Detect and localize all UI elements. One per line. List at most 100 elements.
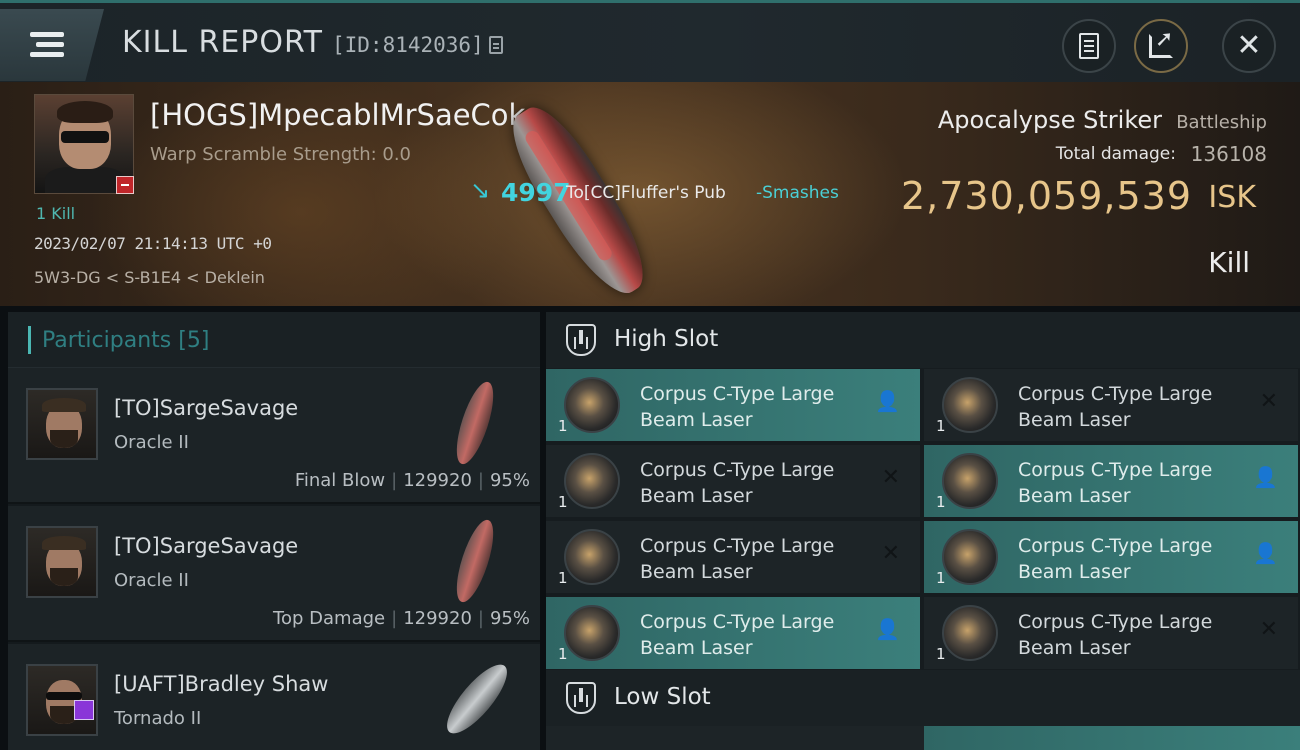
- participant-damage: 129920: [403, 608, 472, 629]
- module-tile[interactable]: 1 Corpus C-Type Large Beam Laser ✕: [924, 369, 1298, 441]
- isk-unit: ISK: [1208, 180, 1256, 215]
- x-icon: ✕: [1259, 617, 1278, 642]
- damage-arrow-icon: ↘: [470, 176, 491, 204]
- module-name: Corpus C-Type Large Beam Laser: [640, 459, 835, 507]
- module-quantity: 1: [936, 645, 946, 663]
- module-tile[interactable]: 1 Corpus C-Type Large Beam Laser ✕: [546, 445, 920, 517]
- victim-ship-class: Battleship: [1176, 112, 1267, 133]
- share-button[interactable]: [1134, 19, 1188, 73]
- participants-panel: Participants [5] [TO]SargeSavage Oracle …: [8, 312, 540, 750]
- module-image: [564, 453, 620, 509]
- participant-ship: Tornado II: [114, 708, 202, 729]
- module-tile[interactable]: 1 Corpus C-Type Large Beam Laser 👤: [924, 521, 1298, 593]
- module-image: [942, 377, 998, 433]
- kill-location[interactable]: 5W3-DG < S-B1E4 < Deklein: [34, 268, 265, 287]
- module-name: Corpus C-Type Large Beam Laser: [1018, 383, 1213, 431]
- damage-verb: -Smashes: [756, 183, 839, 203]
- module-image: [942, 453, 998, 509]
- participants-title: Participants: [42, 328, 172, 353]
- menu-button[interactable]: [0, 9, 104, 81]
- module-tile[interactable]: 1 Corpus C-Type Large Beam Laser 👤: [924, 445, 1298, 517]
- victim-ship-name[interactable]: Apocalypse Striker: [938, 106, 1162, 134]
- module-name: Corpus C-Type Large Beam Laser: [640, 611, 835, 659]
- participant-name: [TO]SargeSavage: [114, 534, 299, 558]
- x-icon: ✕: [881, 465, 900, 490]
- result-label: Kill: [1208, 246, 1250, 279]
- high-slot-title: High Slot: [614, 326, 719, 352]
- participant-row[interactable]: [TO]SargeSavage Oracle II Top Damage | 129…: [8, 506, 540, 642]
- module-image: [564, 529, 620, 585]
- module-tile[interactable]: 1 Corpus C-Type Large Beam Laser ✕: [546, 521, 920, 593]
- participant-damage: 129920: [403, 470, 472, 491]
- x-icon: ✕: [1259, 389, 1278, 414]
- participant-ship-image: [437, 656, 517, 742]
- participants-header: Participants [5]: [8, 312, 540, 368]
- participant-role: Top Damage: [273, 608, 386, 629]
- total-damage-label: Total damage:: [1055, 144, 1176, 164]
- kill-count: 1 Kill: [36, 204, 76, 223]
- damage-amount: 4997: [501, 178, 571, 207]
- fitting-panel: High Slot 1 Corpus C-Type Large Beam Lase…: [546, 312, 1300, 750]
- title-bar: KILL REPORT [ID:8142036] ✕: [0, 0, 1300, 82]
- module-name: Corpus C-Type Large Beam Laser: [640, 535, 835, 583]
- module-quantity: 1: [936, 493, 946, 511]
- close-icon: ✕: [1236, 28, 1262, 63]
- module-quantity: 1: [558, 417, 568, 435]
- warp-scramble-strength: Warp Scramble Strength: 0.0: [150, 144, 412, 165]
- module-image: [564, 377, 620, 433]
- victim-banner: [HOGS]MpecablMrSaeCok Warp Scramble Stre…: [0, 82, 1300, 307]
- module-tile[interactable]: 1 Corpus C-Type Large Beam Laser 👤: [546, 369, 920, 441]
- module-quantity: 1: [558, 569, 568, 587]
- participant-stats: Top Damage | 129920 | 95%: [273, 608, 530, 629]
- participant-stats: Final Blow | 129920 | 95%: [294, 470, 530, 491]
- person-icon: 👤: [875, 617, 900, 641]
- module-name: Corpus C-Type Large Beam Laser: [1018, 535, 1213, 583]
- person-icon: 👤: [1253, 465, 1278, 489]
- standing-badge-icon: [116, 176, 134, 194]
- slot-shield-icon: [566, 324, 596, 356]
- module-tile[interactable]: 1 Corpus C-Type Large Beam Laser ✕: [924, 597, 1298, 669]
- module-tile[interactable]: 1 Corpus C-Type Large Beam Laser 👤: [546, 597, 920, 669]
- module-image: [564, 605, 620, 661]
- participant-avatar[interactable]: [26, 388, 98, 460]
- isk-value: 2,730,059,539: [900, 174, 1192, 218]
- menu-icon: [30, 32, 64, 58]
- person-icon: 👤: [875, 389, 900, 413]
- kill-timestamp: 2023/02/07 21:14:13 UTC +0: [34, 234, 272, 253]
- slot-shield-icon: [566, 682, 596, 714]
- close-button[interactable]: ✕: [1222, 19, 1276, 73]
- x-icon: ✕: [881, 541, 900, 566]
- copy-icon[interactable]: [489, 36, 503, 54]
- participant-percent: 95%: [489, 470, 530, 491]
- participant-avatar[interactable]: [26, 526, 98, 598]
- total-damage-value: 136108: [1190, 142, 1267, 166]
- low-slot-modules: [546, 726, 1300, 750]
- module-name: Corpus C-Type Large Beam Laser: [1018, 611, 1213, 659]
- participant-name: [TO]SargeSavage: [114, 396, 299, 420]
- participant-percent: 95%: [489, 608, 530, 629]
- participant-row[interactable]: [TO]SargeSavage Oracle II Final Blow | 129…: [8, 368, 540, 504]
- report-id: [ID:8142036]: [332, 33, 484, 57]
- victim-name[interactable]: [HOGS]MpecablMrSaeCok: [150, 98, 525, 132]
- module-name: Corpus C-Type Large Beam Laser: [1018, 459, 1213, 507]
- module-quantity: 1: [936, 417, 946, 435]
- module-quantity: 1: [936, 569, 946, 587]
- person-icon: 👤: [1253, 541, 1278, 565]
- participant-ship: Oracle II: [114, 570, 189, 591]
- page-title: KILL REPORT: [122, 25, 323, 60]
- participant-row[interactable]: [UAFT]Bradley Shaw Tornado II: [8, 644, 540, 750]
- high-slot-header: High Slot: [546, 312, 1300, 368]
- participants-count: [5]: [178, 328, 210, 353]
- module-image: [942, 605, 998, 661]
- document-icon: [1079, 33, 1099, 59]
- low-slot-title: Low Slot: [614, 684, 711, 710]
- module-quantity: 1: [558, 645, 568, 663]
- report-button[interactable]: [1062, 19, 1116, 73]
- module-quantity: 1: [558, 493, 568, 511]
- low-slot-header: Low Slot: [546, 670, 1300, 726]
- module-image: [942, 529, 998, 585]
- participant-name: [UAFT]Bradley Shaw: [114, 672, 329, 696]
- alliance-badge-icon: [74, 700, 94, 720]
- participant-role: Final Blow: [294, 470, 386, 491]
- participant-ship-image: [449, 516, 501, 606]
